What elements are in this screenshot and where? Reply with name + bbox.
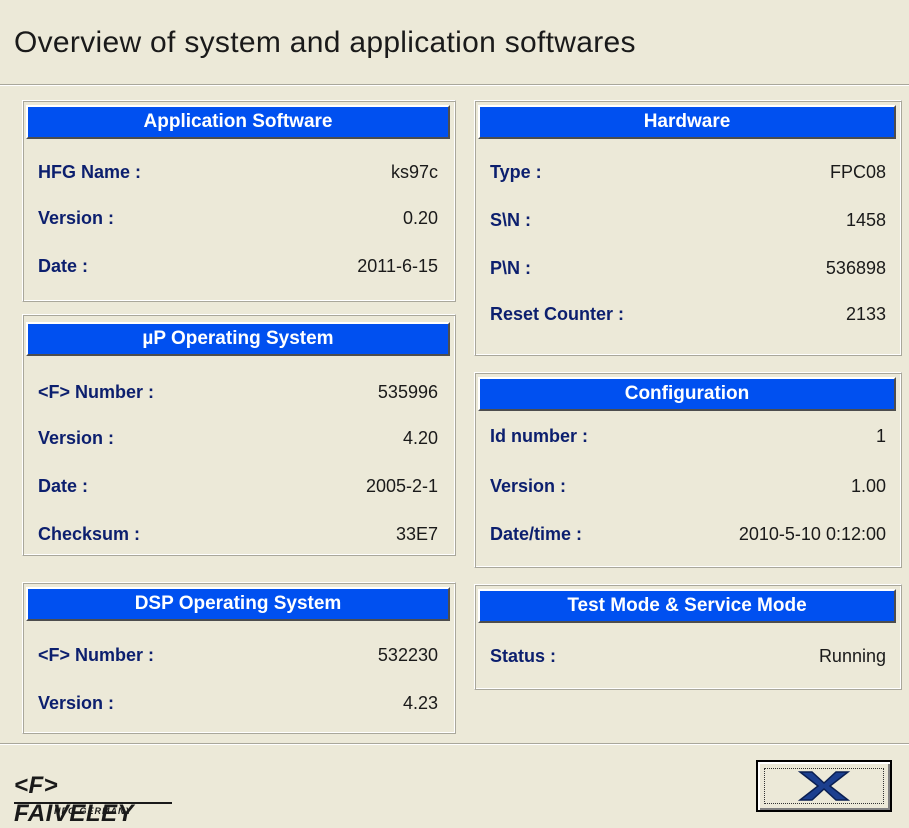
upos-row-checksum: Checksum : 33E7	[38, 520, 438, 548]
hw-row-part-number: P\N : 536898	[490, 254, 886, 282]
hw-row-type: Type : FPC08	[490, 158, 886, 186]
header-hardware: Hardware	[478, 105, 896, 139]
faiveley-logo: <F> FAIVELEY HFG GERMANY	[14, 772, 184, 827]
value: Running	[818, 645, 886, 666]
label: Version :	[38, 207, 115, 228]
value: 0.20	[402, 207, 438, 228]
focus-rectangle	[764, 768, 884, 804]
label: Reset Counter :	[490, 303, 625, 324]
test-row-status: Status : Running	[490, 642, 886, 670]
app-row-date: Date : 2011-6-15	[38, 252, 438, 280]
upos-row-number: <F> Number : 535996	[38, 378, 438, 406]
value: ks97c	[390, 161, 438, 182]
value: 1458	[845, 209, 886, 230]
cfg-row-version: Version : 1.00	[490, 472, 886, 500]
label: Type :	[490, 161, 542, 182]
value: 2011-6-15	[357, 255, 438, 276]
label: Date/time :	[490, 523, 583, 544]
value: 536898	[825, 257, 886, 278]
label: Status :	[490, 645, 557, 666]
value: 2005-2-1	[365, 475, 438, 496]
close-button[interactable]	[756, 760, 892, 812]
label: Date :	[38, 255, 89, 276]
value: 33E7	[395, 523, 438, 544]
upos-row-version: Version : 4.20	[38, 424, 438, 452]
dsp-row-version: Version : 4.23	[38, 689, 438, 717]
hw-row-reset-counter: Reset Counter : 2133	[490, 300, 886, 328]
value: 2133	[845, 303, 886, 324]
title-divider	[0, 84, 909, 86]
hw-row-serial: S\N : 1458	[490, 206, 886, 234]
label: Version :	[38, 692, 115, 713]
header-dsp-os: DSP Operating System	[26, 587, 450, 621]
label: Date :	[38, 475, 89, 496]
value: 4.20	[402, 427, 438, 448]
upos-row-date: Date : 2005-2-1	[38, 472, 438, 500]
header-configuration: Configuration	[478, 377, 896, 411]
value: 4.23	[402, 692, 438, 713]
value: 532230	[377, 644, 438, 665]
cfg-row-id-number: Id number : 1	[490, 422, 886, 450]
label: Id number :	[490, 425, 588, 446]
label: HFG Name :	[38, 161, 142, 182]
header-test-mode: Test Mode & Service Mode	[478, 589, 896, 623]
label: Version :	[38, 427, 115, 448]
label: <F> Number :	[38, 644, 155, 665]
logo-underline	[14, 802, 172, 804]
window-title: Overview of system and application softw…	[14, 26, 636, 59]
header-up-os: µP Operating System	[26, 322, 450, 356]
label: Version :	[490, 475, 567, 496]
value: 2010-5-10 0:12:00	[738, 523, 886, 544]
dsp-row-number: <F> Number : 532230	[38, 641, 438, 669]
app-row-hfg-name: HFG Name : ks97c	[38, 158, 438, 186]
label: S\N :	[490, 209, 532, 230]
footer-divider	[0, 743, 909, 745]
value: 1	[875, 425, 886, 446]
app-row-version: Version : 0.20	[38, 204, 438, 232]
value: FPC08	[829, 161, 886, 182]
value: 535996	[377, 381, 438, 402]
header-application-software: Application Software	[26, 105, 450, 139]
value: 1.00	[850, 475, 886, 496]
logo-subtext: HFG GERMANY	[54, 806, 133, 816]
label: Checksum :	[38, 523, 141, 544]
label: <F> Number :	[38, 381, 155, 402]
label: P\N :	[490, 257, 532, 278]
cfg-row-date-time: Date/time : 2010-5-10 0:12:00	[490, 520, 886, 548]
